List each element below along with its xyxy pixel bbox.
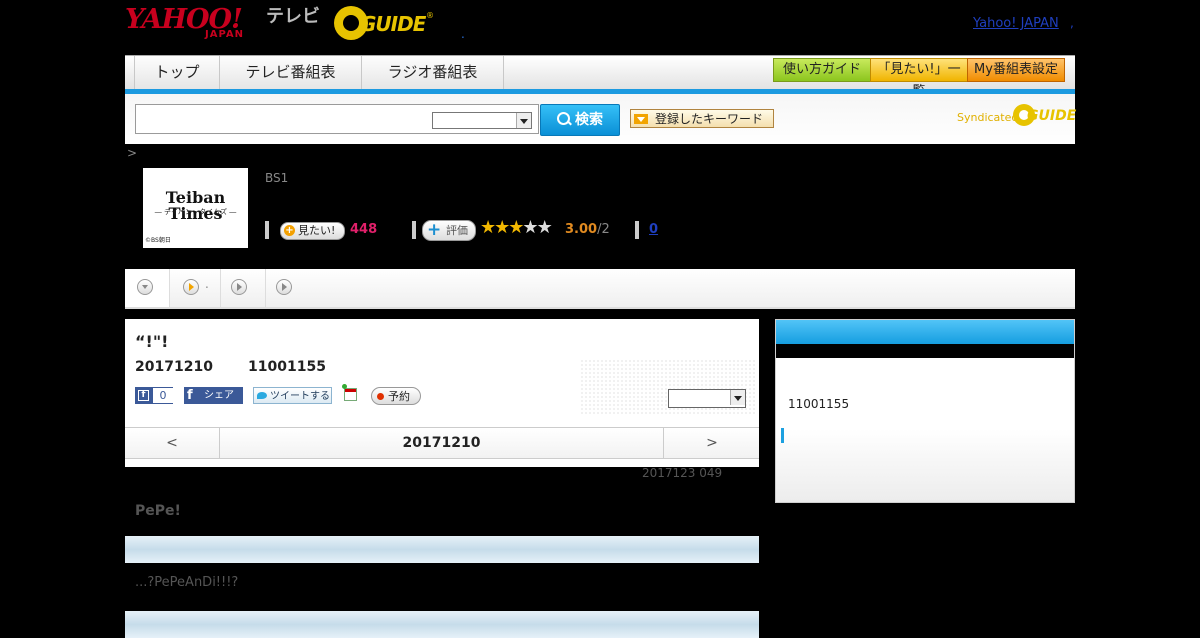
- nav-tab-radio-schedule[interactable]: ラジオ番組表: [361, 56, 504, 89]
- twitter-icon: [257, 392, 267, 399]
- registered-keywords-button[interactable]: 登録したキーワード: [630, 109, 774, 128]
- star-filled-icon: ★: [508, 217, 524, 238]
- channel-name: BS1: [265, 171, 289, 185]
- chevron-down-icon: [137, 279, 153, 295]
- side-accent-marker: [781, 428, 784, 443]
- search-button-label: 検索: [575, 112, 603, 128]
- divider: [635, 221, 639, 239]
- play-icon: [231, 279, 247, 295]
- tv-service-label[interactable]: テレビ: [266, 8, 320, 26]
- next-day-button[interactable]: >: [663, 428, 760, 458]
- facebook-icon: f: [187, 388, 193, 403]
- tweet-label: ツイートする: [270, 391, 330, 402]
- mitai-count: 448: [350, 222, 378, 237]
- mitai-button[interactable]: + 見たい!: [280, 222, 345, 240]
- star-empty-icon: ★: [522, 217, 538, 238]
- rating-score: 3.00: [565, 222, 598, 237]
- detail-description: ...?PePeAnDi!!!?: [135, 575, 239, 590]
- thumbnail-title: Teiban Times: [165, 188, 226, 223]
- broadcast-time: 11001155: [248, 359, 326, 375]
- chevron-down-icon: [516, 113, 531, 128]
- like-count: 0: [153, 388, 173, 403]
- yahoo-japan-logo[interactable]: YAHOO! JAPAN: [125, 6, 261, 40]
- star-empty-icon: ★: [536, 217, 553, 238]
- subtab-overview[interactable]: [125, 269, 170, 307]
- detail-heading: PePe!: [135, 503, 181, 519]
- broadcast-date: 20171210: [135, 359, 213, 375]
- share-label: シェア: [204, 390, 234, 401]
- subtab-schedule[interactable]: [266, 269, 310, 307]
- subtab-related[interactable]: .: [170, 269, 221, 307]
- divider: [412, 221, 416, 239]
- mitai-label: 見たい!: [298, 224, 336, 237]
- star-filled-icon: ★: [480, 217, 496, 238]
- header-link-separator: ,: [1070, 16, 1074, 30]
- side-panel-header: [776, 320, 1074, 344]
- section-header-band: [125, 536, 759, 563]
- comment-count-link[interactable]: 0: [649, 223, 658, 236]
- current-day: 20171210: [402, 435, 481, 451]
- registered-keywords-label: 登録したキーワード: [655, 112, 764, 126]
- play-icon: [276, 279, 292, 295]
- reserve-button[interactable]: 予約: [371, 387, 421, 405]
- section-header-band: [125, 611, 759, 638]
- search-icon: [557, 112, 570, 125]
- record-icon: [377, 393, 384, 400]
- global-nav: トップ テレビ番組表 ラジオ番組表 使い方ガイド 「見たい!」一覧 My番組表設…: [125, 55, 1075, 99]
- day-navigation: < 20171210 >: [125, 427, 759, 459]
- side-panel-band: [776, 344, 1074, 358]
- rating-stars: ★★★★★: [480, 217, 553, 238]
- yahoo-japan-link[interactable]: Yahoo! JAPAN: [973, 16, 1059, 31]
- subtab-dot: .: [205, 277, 209, 291]
- last-updated: 2017123 049: [642, 466, 723, 480]
- my-schedule-settings-button[interactable]: My番組表設定: [967, 58, 1065, 82]
- nav-tab-tv-schedule[interactable]: テレビ番組表: [219, 56, 362, 89]
- gguide-logo[interactable]: GUIDE ®: [334, 6, 434, 42]
- add-calendar-icon[interactable]: [342, 384, 357, 401]
- search-bar: 検索 登録したキーワード Syndicated GUIDE: [125, 94, 1076, 144]
- rating-value: 3.00/2: [565, 223, 610, 236]
- thumbnail-subtitle: ― テイバン・タイムズ ―: [154, 208, 237, 216]
- usage-guide-button[interactable]: 使い方ガイド: [773, 58, 871, 82]
- program-subtabs: .: [125, 269, 1075, 309]
- search-button[interactable]: 検索: [540, 104, 620, 136]
- header-dot: .: [461, 27, 465, 41]
- plus-icon: +: [284, 225, 295, 236]
- thumbnail-credit: ©BS朝日: [145, 237, 171, 244]
- rating-count: /2: [597, 222, 610, 237]
- side-broadcast-time: 11001155: [788, 397, 850, 411]
- facebook-like-button[interactable]: f 0: [135, 387, 173, 404]
- dropdown-arrow-icon: [634, 114, 648, 124]
- syndicated-logo-text: GUIDE: [1027, 108, 1077, 124]
- recorder-select[interactable]: [668, 389, 746, 408]
- facebook-icon: f: [138, 390, 149, 401]
- chevron-down-icon: [730, 390, 745, 405]
- divider: [265, 221, 269, 239]
- facebook-share-button[interactable]: f シェア: [184, 387, 243, 404]
- registered-mark: ®: [426, 11, 434, 20]
- gguide-logo-text: GUIDE: [360, 12, 426, 36]
- program-thumbnail: Teiban Times ― テイバン・タイムズ ― ©BS朝日: [143, 168, 248, 248]
- search-category-select[interactable]: [432, 112, 532, 129]
- syndicated-label: Syndicated: [957, 111, 1019, 124]
- reserve-label: 予約: [388, 390, 410, 403]
- rate-label: 評価: [446, 224, 468, 237]
- breadcrumb: >: [127, 146, 138, 160]
- yahoo-logo-japan: JAPAN: [205, 29, 244, 40]
- rate-button[interactable]: + 評価: [422, 220, 476, 241]
- plus-icon: +: [427, 220, 442, 240]
- subtab-reviews[interactable]: [221, 269, 266, 307]
- play-icon: [183, 279, 199, 295]
- mitai-list-button[interactable]: 「見たい!」一覧: [870, 58, 968, 99]
- program-title: “!"!: [135, 332, 169, 351]
- nav-tab-top[interactable]: トップ: [134, 56, 220, 89]
- tweet-button[interactable]: ツイートする: [253, 387, 332, 404]
- previous-day-button[interactable]: <: [125, 428, 220, 458]
- program-detail-panel: “!"! 20171210 11001155 f 0 f シェア ツイートする …: [125, 319, 759, 467]
- star-filled-icon: ★: [494, 217, 510, 238]
- side-panel: 11001155: [775, 319, 1075, 503]
- syndicated-gguide-logo: Syndicated GUIDE: [957, 104, 1076, 128]
